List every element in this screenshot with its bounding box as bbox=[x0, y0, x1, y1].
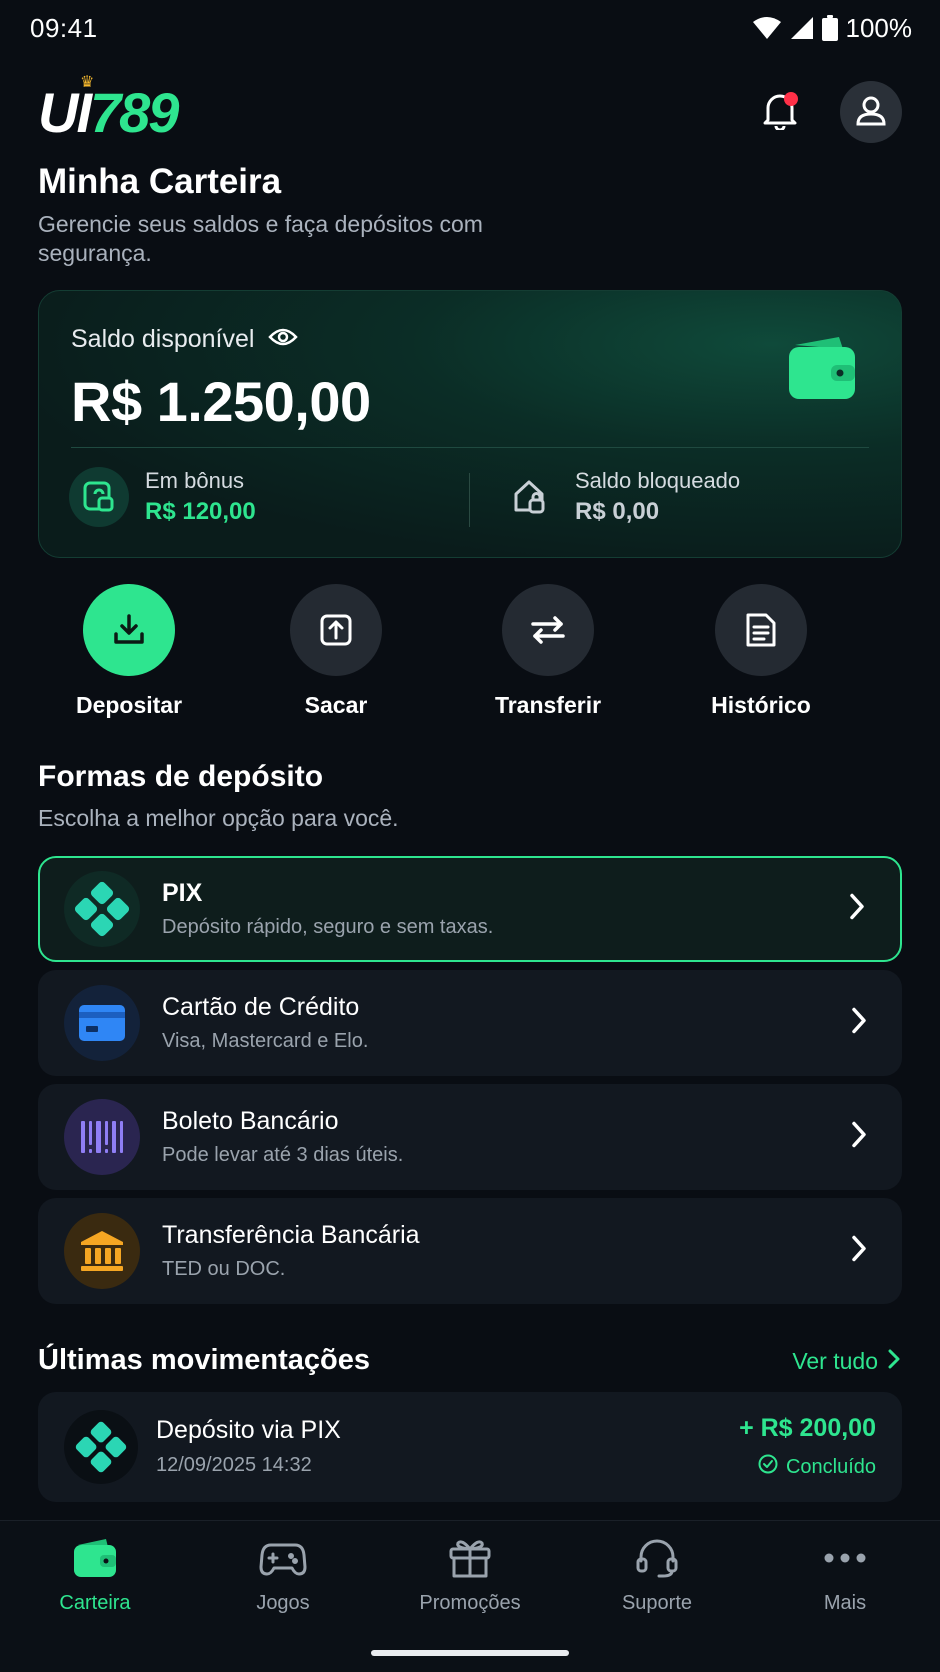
balance-card: Saldo disponível R$ 1.250,00 Em bônus R$… bbox=[38, 290, 902, 558]
gamepad-icon bbox=[259, 1537, 307, 1584]
movement-name: Depósito via PIX bbox=[156, 1416, 341, 1444]
bonus-label: Em bônus bbox=[145, 468, 245, 493]
movements-title: Últimas movimentações bbox=[38, 1344, 371, 1376]
balance-value: R$ 1.250,00 bbox=[71, 370, 371, 433]
nav-item-wallet[interactable]: Carteira bbox=[15, 1537, 175, 1615]
method-pix[interactable]: PIX Depósito rápido, seguro e sem taxas. bbox=[38, 856, 902, 962]
quick-actions: Depositar Sacar Transferir Histórico bbox=[38, 584, 902, 718]
movement-item[interactable]: Depósito via PIX 12/09/2025 14:32 + R$ 2… bbox=[38, 1392, 902, 1502]
pix-icon bbox=[64, 1410, 138, 1484]
wifi-icon bbox=[752, 16, 782, 40]
gift-icon bbox=[448, 1537, 492, 1584]
see-all-link[interactable]: Ver tudo bbox=[792, 1348, 900, 1375]
eye-icon[interactable] bbox=[268, 325, 299, 354]
bonus-balance: Em bônus R$ 120,00 bbox=[69, 467, 256, 527]
nav-item-support[interactable]: Suporte bbox=[577, 1537, 737, 1615]
nav-label: Promoções bbox=[419, 1592, 521, 1614]
lock-wallet-icon bbox=[499, 467, 559, 527]
chevron-right-icon bbox=[850, 1121, 868, 1154]
download-icon bbox=[83, 584, 175, 676]
battery-percent: 100% bbox=[845, 12, 913, 43]
pix-icon bbox=[64, 871, 140, 947]
method-boleto[interactable]: Boleto Bancário Pode levar até 3 dias út… bbox=[38, 1084, 902, 1190]
deposit-methods-title: Formas de depósito bbox=[38, 760, 324, 793]
status-bar: 09:41 100% bbox=[0, 0, 940, 56]
method-bank-transfer[interactable]: Transferência Bancária TED ou DOC. bbox=[38, 1198, 902, 1304]
withdraw-button[interactable]: Sacar bbox=[256, 584, 416, 719]
blocked-balance: Saldo bloqueado R$ 0,00 bbox=[499, 467, 740, 527]
chevron-right-icon bbox=[888, 1348, 900, 1375]
more-icon bbox=[823, 1537, 867, 1584]
nav-label: Jogos bbox=[256, 1592, 310, 1614]
blocked-label: Saldo bloqueado bbox=[575, 468, 741, 493]
method-desc: TED ou DOC. bbox=[162, 1258, 286, 1280]
method-desc: Visa, Mastercard e Elo. bbox=[162, 1030, 369, 1052]
method-title: Cartão de Crédito bbox=[162, 993, 360, 1021]
page-title: Minha Carteira bbox=[38, 162, 282, 201]
history-label: Histórico bbox=[711, 692, 811, 718]
check-circle-icon bbox=[758, 1454, 778, 1480]
profile-button[interactable] bbox=[840, 81, 902, 143]
blocked-value: R$ 0,00 bbox=[575, 498, 660, 525]
chevron-right-icon bbox=[850, 1235, 868, 1268]
status-icons: 100% bbox=[752, 12, 913, 44]
balance-divider bbox=[469, 473, 470, 527]
history-button[interactable]: Histórico bbox=[681, 584, 841, 719]
deposit-button[interactable]: Depositar bbox=[49, 584, 209, 719]
bonus-icon bbox=[69, 467, 129, 527]
logo: ♛ UI 789 bbox=[38, 74, 179, 145]
transfer-label: Transferir bbox=[494, 692, 602, 718]
method-title: Boleto Bancário bbox=[162, 1107, 339, 1135]
see-all-label: Ver tudo bbox=[792, 1348, 878, 1374]
upload-icon bbox=[290, 584, 382, 676]
app-header: ♛ UI 789 bbox=[38, 74, 902, 148]
nav-label: Mais bbox=[823, 1592, 867, 1614]
method-title: Transferência Bancária bbox=[162, 1221, 420, 1249]
wallet-icon bbox=[787, 335, 857, 406]
bonus-value: R$ 120,00 bbox=[145, 498, 256, 525]
credit-card-icon bbox=[64, 985, 140, 1061]
nav-item-games[interactable]: Jogos bbox=[203, 1537, 363, 1615]
headset-icon bbox=[635, 1537, 679, 1584]
page-subtitle: Gerencie seus saldos e faça depósitos co… bbox=[38, 211, 483, 266]
chevron-right-icon bbox=[850, 1007, 868, 1040]
status-time: 09:41 bbox=[30, 12, 98, 43]
bank-icon bbox=[64, 1213, 140, 1289]
movement-amount: + R$ 200,00 bbox=[739, 1414, 876, 1442]
deposit-label: Depositar bbox=[75, 692, 183, 718]
battery-icon bbox=[821, 15, 838, 41]
nav-item-more[interactable]: Mais bbox=[765, 1537, 925, 1615]
home-indicator[interactable] bbox=[371, 1650, 569, 1656]
notification-button[interactable] bbox=[758, 90, 802, 134]
method-desc: Pode levar até 3 dias úteis. bbox=[162, 1144, 404, 1166]
chevron-right-icon bbox=[848, 893, 866, 926]
user-icon bbox=[855, 94, 887, 131]
logo-text-green: 789 bbox=[90, 80, 179, 144]
deposit-methods-subtitle: Escolha a melhor opção para você. bbox=[38, 805, 399, 831]
notification-dot bbox=[784, 92, 798, 106]
wallet-icon bbox=[72, 1537, 118, 1584]
movement-status-label: Concluído bbox=[785, 1455, 876, 1478]
nav-label: Carteira bbox=[59, 1592, 131, 1614]
balance-label-row: Saldo disponível bbox=[71, 325, 299, 354]
balance-label: Saldo disponível bbox=[71, 325, 255, 353]
transfer-button[interactable]: Transferir bbox=[468, 584, 628, 719]
method-title: PIX bbox=[162, 879, 203, 907]
history-icon bbox=[715, 584, 807, 676]
movement-date: 12/09/2025 14:32 bbox=[156, 1454, 312, 1476]
crown-icon: ♛ bbox=[80, 73, 94, 91]
nav-item-promotions[interactable]: Promoções bbox=[390, 1537, 550, 1615]
card-divider bbox=[71, 447, 869, 448]
signal-icon bbox=[790, 16, 814, 40]
barcode-icon bbox=[64, 1099, 140, 1175]
transfer-icon bbox=[502, 584, 594, 676]
withdraw-label: Sacar bbox=[304, 692, 368, 718]
nav-label: Suporte bbox=[621, 1592, 693, 1614]
method-credit-card[interactable]: Cartão de Crédito Visa, Mastercard e Elo… bbox=[38, 970, 902, 1076]
method-desc: Depósito rápido, seguro e sem taxas. bbox=[162, 916, 494, 938]
movement-status: Concluído bbox=[758, 1454, 876, 1480]
